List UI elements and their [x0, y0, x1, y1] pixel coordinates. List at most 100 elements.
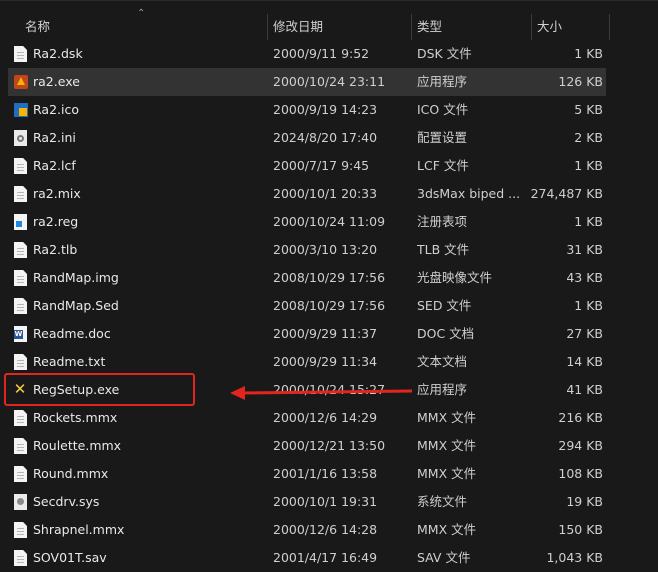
file-name: RandMap.Sed [33, 298, 119, 313]
file-date: 2000/9/29 11:37 [273, 326, 378, 341]
file-size: 216 KB [558, 410, 603, 425]
file-size: 150 KB [558, 522, 603, 537]
file-type: MMX 文件 [417, 438, 477, 453]
file-name: Readme.doc [33, 326, 111, 341]
file-size: 14 KB [566, 354, 603, 369]
file-size: 5 KB [574, 102, 603, 117]
file-row[interactable]: Roulette.mmx 2000/12/21 13:50 MMX 文件 294 KB [8, 432, 606, 460]
file-type: 应用程序 [417, 74, 468, 89]
column-header-bar: ⌃ 名称 修改日期 类型 大小 [0, 0, 658, 40]
column-separator[interactable] [411, 14, 412, 40]
file-size: 108 KB [558, 466, 603, 481]
file-icon [14, 550, 27, 566]
file-size: 1 KB [574, 214, 603, 229]
file-name: ra2.exe [33, 74, 80, 89]
file-row[interactable]: ra2.exe 2000/10/24 23:11 应用程序 126 KB [8, 68, 606, 96]
file-type: SAV 文件 [417, 550, 471, 565]
column-separator[interactable] [609, 14, 610, 40]
file-name: Rockets.mmx [33, 410, 118, 425]
file-icon [14, 438, 27, 454]
file-date: 2008/10/29 17:56 [273, 270, 386, 285]
ra2-app-icon [14, 75, 28, 89]
file-type: 文本文档 [417, 354, 468, 369]
file-size: 1 KB [574, 158, 603, 173]
system-file-icon [14, 494, 27, 510]
file-date: 2001/4/17 16:49 [273, 550, 378, 565]
column-header-date[interactable]: 修改日期 [273, 16, 408, 40]
file-date: 2024/8/20 17:40 [273, 130, 378, 145]
column-header-name[interactable]: 名称 [25, 16, 265, 40]
file-type: 系统文件 [417, 494, 468, 509]
file-type: 应用程序 [417, 382, 468, 397]
file-size: 1,043 KB [546, 550, 603, 565]
file-row[interactable]: Ra2.dsk 2000/9/11 9:52 DSK 文件 1 KB [8, 40, 606, 68]
file-icon [14, 410, 27, 426]
file-type: 配置设置 [417, 130, 468, 145]
file-row[interactable]: Round.mmx 2001/1/16 13:58 MMX 文件 108 KB [8, 460, 606, 488]
file-size: 41 KB [566, 382, 603, 397]
file-row[interactable]: ra2.reg 2000/10/24 11:09 注册表项 1 KB [8, 208, 606, 236]
file-row[interactable]: Readme.txt 2000/9/29 11:34 文本文档 14 KB [8, 348, 606, 376]
file-type: 注册表项 [417, 214, 468, 229]
file-row[interactable]: Shrapnel.mmx 2000/12/6 14:28 MMX 文件 150 KB [8, 516, 606, 544]
column-separator[interactable] [531, 14, 532, 40]
file-type: MMX 文件 [417, 410, 477, 425]
file-icon [14, 242, 27, 258]
column-header-type[interactable]: 类型 [417, 16, 527, 40]
file-type: SED 文件 [417, 298, 472, 313]
file-size: 1 KB [574, 46, 603, 61]
file-name: Ra2.ini [33, 130, 76, 145]
annotation-highlight-box [4, 373, 195, 406]
file-row[interactable]: Ra2.ini 2024/8/20 17:40 配置设置 2 KB [8, 124, 606, 152]
file-row[interactable]: Readme.doc 2000/9/29 11:37 DOC 文档 27 KB [8, 320, 606, 348]
file-size: 43 KB [566, 270, 603, 285]
file-name: Ra2.tlb [33, 242, 78, 257]
file-date: 2000/3/10 13:20 [273, 242, 378, 257]
file-icon [14, 466, 27, 482]
file-date: 2000/10/1 19:31 [273, 494, 378, 509]
file-row[interactable]: Ra2.ico 2000/9/19 14:23 ICO 文件 5 KB [8, 96, 606, 124]
file-row[interactable]: RandMap.Sed 2008/10/29 17:56 SED 文件 1 KB [8, 292, 606, 320]
file-date: 2000/9/29 11:34 [273, 354, 378, 369]
file-date: 2000/12/21 13:50 [273, 438, 386, 453]
file-row[interactable]: Secdrv.sys 2000/10/1 19:31 系统文件 19 KB [8, 488, 606, 516]
file-type: ICO 文件 [417, 102, 469, 117]
file-row[interactable]: Ra2.lcf 2000/7/17 9:45 LCF 文件 1 KB [8, 152, 606, 180]
file-row[interactable]: RandMap.img 2008/10/29 17:56 光盘映像文件 43 KB [8, 264, 606, 292]
file-icon [14, 270, 27, 286]
annotation-arrow [230, 386, 413, 400]
file-name: ra2.mix [33, 186, 81, 201]
file-date: 2000/12/6 14:28 [273, 522, 378, 537]
file-icon [14, 158, 27, 174]
file-date: 2000/10/1 20:33 [273, 186, 378, 201]
file-date: 2000/7/17 9:45 [273, 158, 370, 173]
file-type: 3dsMax biped ... [417, 186, 521, 201]
file-name: Ra2.dsk [33, 46, 83, 61]
file-row[interactable]: ra2.mix 2000/10/1 20:33 3dsMax biped ... 27… [8, 180, 606, 208]
file-name: RandMap.img [33, 270, 119, 285]
top-divider [0, 0, 658, 1]
word-doc-icon [14, 326, 27, 342]
file-row[interactable]: SOV01T.sav 2001/4/17 16:49 SAV 文件 1,043 KB [8, 544, 606, 572]
file-type: LCF 文件 [417, 158, 469, 173]
column-header-size[interactable]: 大小 [537, 16, 607, 40]
file-name: SOV01T.sav [33, 550, 107, 565]
settings-file-icon [14, 130, 27, 146]
file-row[interactable]: Rockets.mmx 2000/12/6 14:29 MMX 文件 216 KB [8, 404, 606, 432]
file-date: 2008/10/29 17:56 [273, 298, 386, 313]
file-name: Secdrv.sys [33, 494, 100, 509]
file-name: Shrapnel.mmx [33, 522, 125, 537]
file-row[interactable]: Ra2.tlb 2000/3/10 13:20 TLB 文件 31 KB [8, 236, 606, 264]
ico-file-icon [14, 103, 28, 117]
file-date: 2000/10/24 23:11 [273, 74, 386, 89]
column-separator[interactable] [267, 14, 268, 40]
file-date: 2000/10/24 11:09 [273, 214, 386, 229]
file-size: 31 KB [566, 242, 603, 257]
file-size: 126 KB [558, 74, 603, 89]
registry-file-icon [14, 214, 27, 230]
file-type: MMX 文件 [417, 522, 477, 537]
file-size: 294 KB [558, 438, 603, 453]
file-date: 2000/12/6 14:29 [273, 410, 378, 425]
file-size: 1 KB [574, 298, 603, 313]
file-name: Readme.txt [33, 354, 106, 369]
